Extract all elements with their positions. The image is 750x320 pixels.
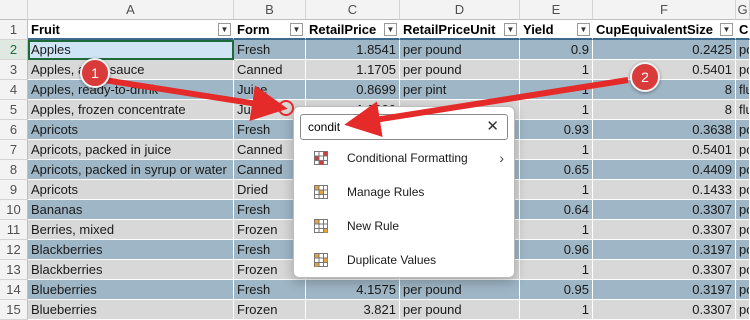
callout-badge-2: 2 [630,62,660,92]
callout-badge-1: 1 [80,58,110,88]
arrow-1 [103,77,288,121]
target-ring [278,100,294,116]
annotation-arrows [103,77,629,137]
arrow-2 [344,77,629,137]
